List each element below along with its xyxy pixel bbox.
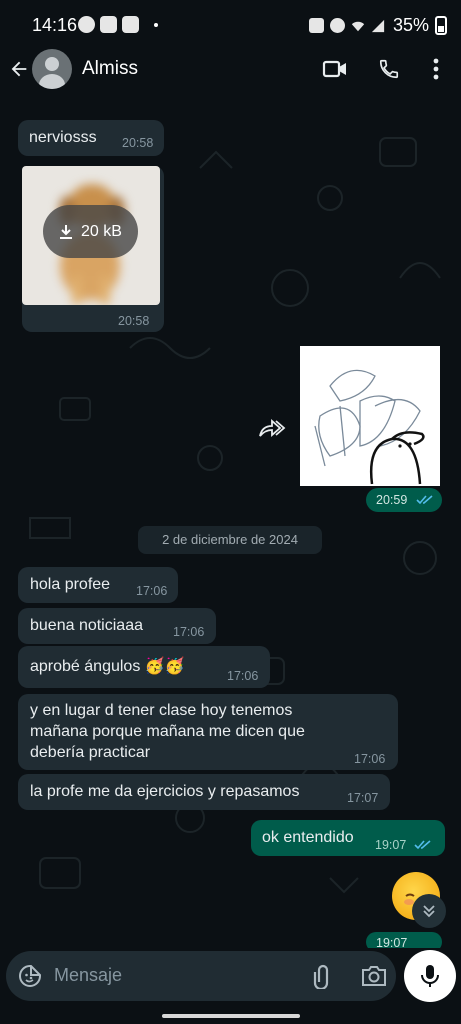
microphone-icon [421, 965, 439, 987]
message-time: 20:58 [118, 314, 150, 328]
download-icon [60, 224, 73, 239]
message-outgoing[interactable]: ok entendido 19:07 [251, 820, 445, 856]
double-chevron-down-icon [423, 905, 435, 918]
wifi-icon [351, 21, 365, 31]
message-time: 17:07 [347, 791, 379, 805]
download-size: 20 kB [81, 222, 122, 240]
nfc-icon [308, 18, 324, 33]
message-time: 19:07 [376, 936, 408, 948]
message-text: nerviosss [29, 129, 97, 146]
forward-icon[interactable] [256, 416, 286, 440]
status-time: 14:16 [32, 15, 78, 35]
message-input-bar: Mensaje [6, 951, 396, 1001]
avatar[interactable] [32, 49, 72, 89]
message-incoming[interactable]: aprobé ángulos 🥳🥳 17:06 [18, 646, 270, 688]
alarm-icon [329, 18, 345, 33]
message-time: 20:59 [376, 493, 408, 507]
home-indicator[interactable] [162, 1014, 300, 1018]
sticker-time-badge: 20:59 [366, 488, 442, 512]
back-arrow-icon[interactable] [4, 52, 34, 86]
message-text: ok entendido [262, 829, 354, 846]
message-incoming[interactable]: la profe me da ejercicios y repasamos 17… [18, 774, 390, 810]
message-time: 17:06 [173, 625, 205, 639]
battery-icon [435, 16, 447, 35]
contact-name[interactable]: Almiss [82, 58, 138, 80]
mail-notification-icon [122, 16, 139, 33]
system-icons: 35% [308, 15, 447, 36]
message-incoming[interactable]: nerviosss 20:58 [18, 120, 164, 156]
chat-area[interactable]: nerviosss 20:58 20 kB 20:58 20:59 2 de d… [0, 98, 461, 948]
scroll-to-bottom-button[interactable] [412, 894, 446, 928]
chat-header: Almiss [0, 40, 461, 98]
message-incoming[interactable]: buena noticiaaa 17:06 [18, 608, 216, 644]
emoji-time-badge: 19:07 [366, 932, 442, 948]
message-time: 19:07 [375, 838, 407, 852]
message-text: la profe me da ejercicios y repasamos [30, 783, 300, 800]
message-text: y en lugar d tener clase hoy tenemos mañ… [30, 702, 305, 761]
battery-percentage: 35% [392, 15, 429, 35]
message-text: buena noticiaaa [30, 617, 143, 634]
message-incoming[interactable]: hola profee 17:06 [18, 567, 178, 603]
emoji-sticker-icon[interactable] [18, 964, 42, 988]
more-vert-icon[interactable] [421, 54, 451, 84]
message-time: 17:06 [354, 752, 386, 766]
more-notifications-dot [154, 23, 158, 27]
message-sticker-outgoing[interactable] [300, 346, 440, 486]
message-time: 20:58 [122, 136, 154, 150]
message-text: aprobé ángulos 🥳🥳 [30, 658, 185, 675]
microphone-button[interactable] [404, 950, 456, 1002]
phone-icon[interactable] [374, 54, 404, 84]
notification-icons [78, 16, 158, 33]
message-time: 17:06 [227, 669, 259, 683]
whatsapp-notification-icon [78, 16, 95, 33]
date-separator: 2 de diciembre de 2024 [138, 526, 322, 554]
read-ticks-icon [416, 495, 433, 505]
signal-icon [371, 19, 385, 32]
message-text: hola profee [30, 576, 111, 593]
message-time: 17:06 [136, 584, 168, 598]
message-incoming[interactable]: y en lugar d tener clase hoy tenemos mañ… [18, 694, 398, 770]
download-button[interactable]: 20 kB [43, 205, 138, 258]
read-ticks-icon [414, 840, 431, 850]
attach-icon[interactable] [308, 963, 334, 989]
youtube-notification-icon [100, 16, 117, 33]
message-input[interactable]: Mensaje [54, 965, 122, 986]
sticker-drawing [314, 369, 425, 485]
camera-icon[interactable] [360, 963, 388, 989]
video-call-icon[interactable] [320, 54, 350, 84]
